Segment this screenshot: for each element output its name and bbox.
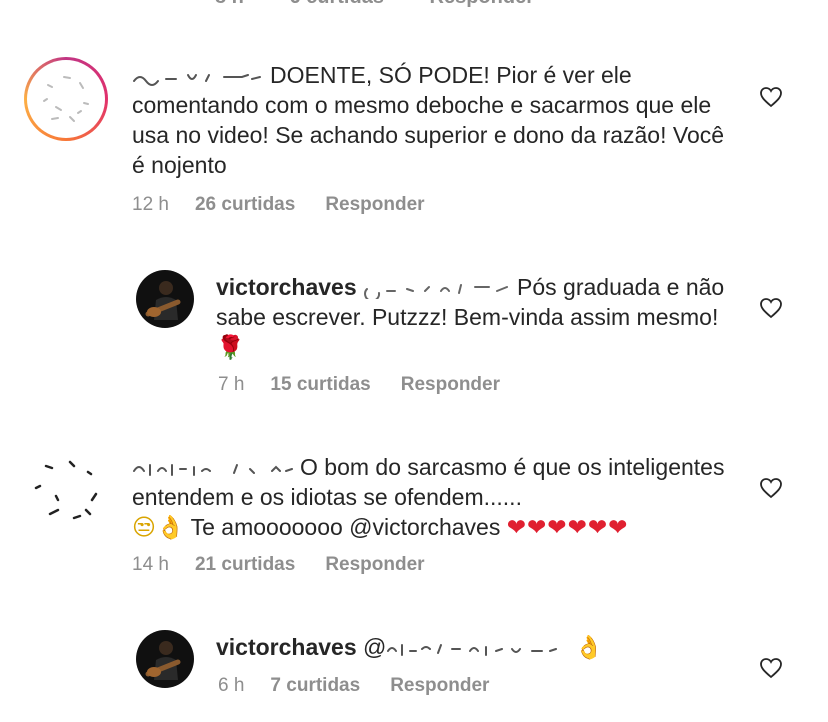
previous-time: 8 h (215, 0, 244, 8)
comment-likes[interactable]: 26 curtidas (195, 194, 295, 215)
comment-meta: 6 h 7 curtidas Responder (218, 675, 489, 697)
comment-meta: 12 h 26 curtidas Responder (132, 194, 425, 216)
avatar-victorchaves[interactable] (136, 270, 194, 328)
avatar[interactable] (26, 448, 110, 532)
comment-body: O bom do sarcasmo é que os inteligentes … (132, 452, 742, 543)
redacted-username (133, 463, 293, 476)
comment-likes[interactable]: 21 curtidas (195, 554, 295, 575)
ok-hand-emoji: 👌 (574, 635, 604, 661)
comment-time: 6 h (218, 675, 245, 696)
comment-body: victorchaves Pós graduada e não sabe esc… (216, 272, 736, 363)
redacted-mention (364, 283, 509, 299)
previous-reply-button[interactable]: Responder (430, 0, 534, 8)
comment-time: 7 h (218, 374, 245, 395)
comment-time: 14 h (132, 554, 169, 575)
previous-comment-meta: 8 h 6 curtidas Responder (215, 0, 574, 9)
heart-outline-icon[interactable] (759, 297, 783, 319)
mention-prefix: @ (363, 634, 387, 660)
comment-likes[interactable]: 15 curtidas (270, 374, 370, 395)
comment-body: victorchaves @ 👌 (216, 632, 736, 663)
previous-likes[interactable]: 6 curtidas (289, 0, 383, 8)
reply-button[interactable]: Responder (401, 374, 500, 395)
comment-time: 12 h (132, 194, 169, 215)
avatar[interactable] (24, 57, 108, 141)
redacted-mention (387, 643, 558, 656)
reply-button[interactable]: Responder (325, 554, 424, 575)
comment-text-2: Te amooooooo @victorchaves (190, 514, 501, 540)
heart-outline-icon[interactable] (759, 86, 783, 108)
avatar-victorchaves[interactable] (136, 630, 194, 688)
rose-emoji: 🌹 (216, 335, 245, 361)
comment-meta: 7 h 15 curtidas Responder (218, 374, 500, 396)
red-hearts-emoji: ❤❤❤❤❤❤ (506, 515, 629, 541)
username-link[interactable]: victorchaves (216, 634, 357, 660)
reply-button[interactable]: Responder (390, 675, 489, 696)
unamused-ok-emoji: 😒👌 (132, 515, 185, 541)
comment-meta: 14 h 21 curtidas Responder (132, 554, 425, 576)
comment-likes[interactable]: 7 curtidas (270, 675, 360, 696)
username-link[interactable]: victorchaves (216, 274, 357, 300)
heart-outline-icon[interactable] (759, 477, 783, 499)
heart-outline-icon[interactable] (759, 657, 783, 679)
comment-body: DOENTE, SÓ PODE! Pior é ver ele comentan… (132, 60, 742, 180)
reply-button[interactable]: Responder (325, 194, 424, 215)
redacted-username (133, 73, 261, 86)
